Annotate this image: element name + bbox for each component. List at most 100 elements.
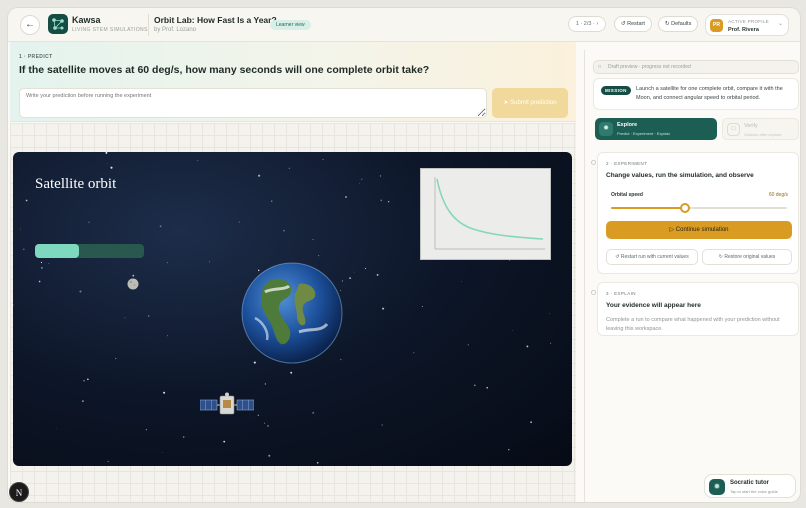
simulation-canvas[interactable]: Satellite orbit — [13, 152, 572, 466]
stage-verify-title: Verify — [744, 123, 758, 129]
n-logo-badge[interactable]: N — [9, 482, 29, 502]
explain-step-label: 3 · EXPLAIN — [606, 291, 636, 296]
star — [106, 163, 108, 165]
star — [110, 166, 113, 169]
stage-explore-subtitle: Predict · Experiment · Explain — [617, 131, 670, 136]
period-graph — [420, 168, 551, 260]
star — [381, 424, 383, 426]
draft-preview-notice: □ Draft preview · progress not recorded — [593, 60, 799, 74]
timeline-dot — [591, 160, 596, 165]
simulation-title: Satellite orbit — [35, 176, 117, 192]
restart-icon: ↺ — [615, 254, 620, 260]
star — [530, 421, 532, 424]
star — [474, 384, 476, 387]
star — [421, 306, 423, 307]
star — [238, 221, 240, 223]
star — [359, 182, 360, 184]
chevron-down-icon: ⌄ — [777, 21, 783, 27]
star — [267, 425, 269, 427]
orbital-speed-value: 60 deg/s — [768, 192, 788, 198]
experiment-title: Change values, run the simulation, and o… — [606, 172, 754, 179]
predict-question: If the satellite moves at 60 deg/s, how … — [19, 64, 430, 76]
defaults-button[interactable]: ↻ Defaults — [658, 16, 699, 32]
explain-card: 3 · EXPLAIN Your evidence will appear he… — [597, 282, 799, 336]
experiment-card: 2 · EXPERIMENT Change values, run the si… — [597, 152, 799, 274]
star — [107, 460, 109, 463]
lesson-author: by Prof. Lozano — [154, 27, 197, 33]
star — [512, 330, 514, 331]
star — [20, 228, 21, 230]
star — [380, 199, 383, 202]
slider-thumb[interactable] — [679, 203, 690, 213]
star — [124, 317, 126, 319]
star — [223, 440, 226, 443]
star — [163, 391, 166, 394]
star — [486, 387, 488, 389]
stage-verify[interactable]: □ Verify Unlocks after explore — [722, 118, 799, 140]
star — [264, 383, 266, 385]
star — [353, 272, 355, 274]
explain-title: Your evidence will appear here — [606, 302, 701, 309]
star — [550, 342, 552, 344]
star — [283, 230, 285, 232]
avatar: PR — [710, 19, 723, 32]
star — [48, 263, 50, 265]
profile-name: Prof. Rivera — [728, 27, 759, 33]
earth-icon — [241, 262, 343, 364]
continue-simulation-button[interactable]: ▷ Continue simulation — [606, 221, 792, 239]
brand-name: Kawsa — [72, 15, 101, 25]
star — [132, 274, 135, 277]
star — [290, 371, 293, 374]
profile-switcher[interactable]: PR ACTIVE PROFILE Prof. Rivera ⌄ — [705, 14, 789, 36]
star — [382, 307, 385, 310]
star — [79, 290, 82, 293]
star — [387, 200, 390, 203]
star — [166, 262, 168, 264]
tutor-title: Socratic tutor — [730, 480, 770, 486]
star — [312, 239, 314, 241]
star — [167, 335, 168, 337]
star — [25, 199, 28, 202]
sparkle-icon: ✹ — [709, 479, 725, 495]
moon-icon — [127, 278, 139, 290]
star — [467, 344, 470, 346]
back-button[interactable]: ← — [20, 15, 40, 35]
predict-step-label: 1 · PREDICT — [19, 54, 53, 60]
step-pager[interactable]: 1 · 2/3 · › — [568, 16, 606, 32]
tutor-subtitle: Tap to start the voice guide — [730, 489, 778, 494]
mission-text: Launch a satellite for one complete orbi… — [636, 86, 783, 101]
orbital-speed-label: Orbital speed — [611, 192, 643, 198]
chat-icon: □ — [727, 123, 740, 136]
star — [349, 277, 352, 280]
star — [312, 411, 315, 414]
star — [258, 174, 261, 177]
submit-prediction-button[interactable]: ➤ Submit prediction — [492, 88, 568, 118]
satellite-icon — [200, 392, 254, 415]
star — [549, 313, 550, 314]
star — [413, 352, 415, 354]
orbital-speed-slider[interactable] — [611, 203, 787, 213]
star — [83, 379, 86, 382]
atom-icon: ✹ — [599, 122, 613, 136]
star — [322, 159, 324, 161]
restart-run-button[interactable]: ↺ Restart run with current values — [606, 249, 698, 265]
timeline-dot — [591, 290, 596, 295]
star — [161, 451, 163, 453]
brand-logo — [48, 14, 68, 34]
star — [268, 454, 271, 457]
profile-label: ACTIVE PROFILE — [728, 19, 769, 24]
restart-button[interactable]: ↺ Restart — [614, 16, 652, 32]
play-icon: ▷ — [669, 227, 675, 233]
top-header: ← Kawsa LIVING STEM SIMULATIONS Orbit La… — [8, 8, 800, 42]
prediction-input[interactable] — [19, 88, 487, 118]
star — [361, 178, 363, 180]
star — [115, 358, 117, 359]
file-icon: □ — [598, 64, 602, 70]
orbit-progress-fill — [35, 244, 79, 258]
socratic-tutor-button[interactable]: ✹ Socratic tutor Tap to start the voice … — [704, 474, 796, 498]
orbit-progress-bar — [35, 244, 144, 258]
mission-tag: MISSION — [601, 86, 631, 95]
restart-icon: ↺ — [621, 21, 626, 27]
restore-values-button[interactable]: ↻ Restore original values — [702, 249, 792, 265]
stage-explore[interactable]: ✹ Explore Predict · Experiment · Explain — [595, 118, 717, 140]
